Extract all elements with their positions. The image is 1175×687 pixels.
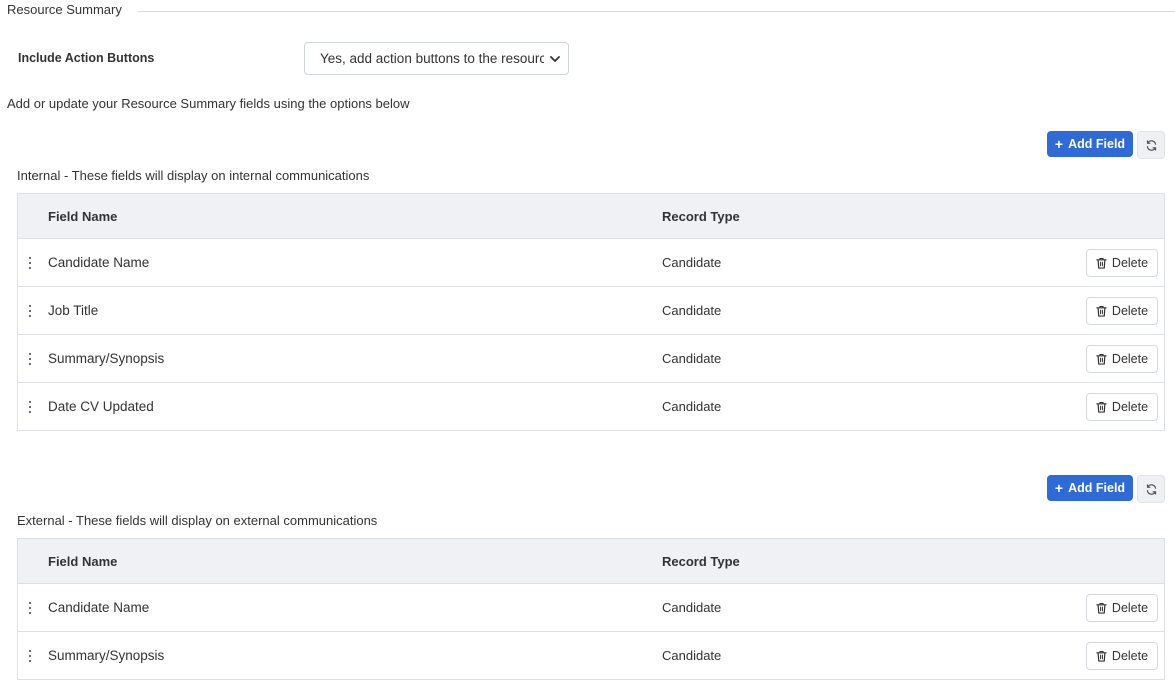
- record-type-cell: Candidate: [662, 600, 722, 615]
- table-row: Summary/Synopsis Candidate Delete: [18, 335, 1164, 383]
- internal-section-title: Internal - These fields will display on …: [17, 168, 370, 183]
- include-action-buttons-select[interactable]: Yes, add action buttons to the resource …: [304, 42, 569, 75]
- trash-icon: [1096, 257, 1107, 269]
- table-row: Summary/Synopsis Candidate Delete: [18, 632, 1164, 680]
- select-value: Yes, add action buttons to the resource …: [320, 51, 544, 66]
- drag-handle-icon[interactable]: [28, 401, 32, 413]
- external-section-title: External - These fields will display on …: [17, 513, 378, 528]
- help-text: Add or update your Resource Summary fiel…: [7, 96, 410, 111]
- internal-refresh-button[interactable]: [1137, 131, 1165, 159]
- table-row: Candidate Name Candidate Delete: [18, 584, 1164, 632]
- record-type-cell: Candidate: [662, 399, 722, 414]
- plus-icon: +: [1054, 136, 1064, 152]
- field-name-cell: Date CV Updated: [48, 399, 154, 414]
- delete-label: Delete: [1111, 601, 1149, 615]
- record-type-cell: Candidate: [662, 303, 722, 318]
- column-header-field-name: Field Name: [48, 209, 118, 224]
- delete-label: Delete: [1111, 400, 1149, 414]
- field-name-cell: Summary/Synopsis: [48, 648, 165, 663]
- trash-icon: [1096, 305, 1107, 317]
- delete-label: Delete: [1111, 304, 1149, 318]
- refresh-icon: [1146, 139, 1156, 151]
- external-fields-table: Field Name Record Type Candidate Name Can…: [17, 538, 1165, 680]
- internal-add-field-button[interactable]: + Add Field: [1047, 131, 1133, 157]
- drag-handle-icon[interactable]: [28, 257, 32, 269]
- external-add-field-button[interactable]: + Add Field: [1047, 475, 1133, 501]
- column-header-field-name: Field Name: [48, 554, 118, 569]
- table-row: Candidate Name Candidate Delete: [18, 239, 1164, 287]
- delete-label: Delete: [1111, 256, 1149, 270]
- external-toolbar: + Add Field: [1045, 475, 1165, 503]
- trash-icon: [1096, 401, 1107, 413]
- section-legend: Resource Summary: [0, 0, 1175, 22]
- chevron-down-icon: [550, 56, 560, 62]
- drag-handle-icon[interactable]: [28, 602, 32, 614]
- delete-button[interactable]: Delete: [1086, 297, 1158, 325]
- column-header-record-type: Record Type: [662, 554, 740, 569]
- record-type-cell: Candidate: [662, 351, 722, 366]
- include-action-buttons-row: Include Action Buttons Yes, add action b…: [0, 40, 1175, 76]
- add-field-label: Add Field: [1068, 137, 1126, 151]
- internal-toolbar: + Add Field: [1045, 131, 1165, 159]
- field-name-cell: Candidate Name: [48, 255, 150, 270]
- delete-label: Delete: [1111, 649, 1149, 663]
- resource-summary-page: Resource Summary Include Action Buttons …: [0, 0, 1175, 687]
- record-type-cell: Candidate: [662, 255, 722, 270]
- table-row: Job Title Candidate Delete: [18, 287, 1164, 335]
- divider: [138, 11, 1175, 12]
- field-name-cell: Candidate Name: [48, 600, 150, 615]
- trash-icon: [1096, 353, 1107, 365]
- delete-button[interactable]: Delete: [1086, 594, 1158, 622]
- internal-fields-table: Field Name Record Type Candidate Name Can…: [17, 193, 1165, 431]
- field-name-cell: Job Title: [48, 303, 99, 318]
- include-action-buttons-label: Include Action Buttons: [18, 51, 155, 65]
- plus-icon: +: [1054, 480, 1064, 496]
- table-header: Field Name Record Type: [18, 194, 1164, 239]
- drag-handle-icon[interactable]: [28, 305, 32, 317]
- trash-icon: [1096, 650, 1107, 662]
- external-refresh-button[interactable]: [1137, 475, 1165, 503]
- delete-button[interactable]: Delete: [1086, 393, 1158, 421]
- table-header: Field Name Record Type: [18, 539, 1164, 584]
- drag-handle-icon[interactable]: [28, 353, 32, 365]
- trash-icon: [1096, 602, 1107, 614]
- delete-button[interactable]: Delete: [1086, 345, 1158, 373]
- table-row: Date CV Updated Candidate Delete: [18, 383, 1164, 431]
- section-title: Resource Summary: [7, 2, 122, 17]
- column-header-record-type: Record Type: [662, 209, 740, 224]
- drag-handle-icon[interactable]: [28, 650, 32, 662]
- add-field-label: Add Field: [1068, 481, 1126, 495]
- record-type-cell: Candidate: [662, 648, 722, 663]
- field-name-cell: Summary/Synopsis: [48, 351, 165, 366]
- refresh-icon: [1146, 483, 1156, 495]
- delete-label: Delete: [1111, 352, 1149, 366]
- delete-button[interactable]: Delete: [1086, 249, 1158, 277]
- delete-button[interactable]: Delete: [1086, 642, 1158, 670]
